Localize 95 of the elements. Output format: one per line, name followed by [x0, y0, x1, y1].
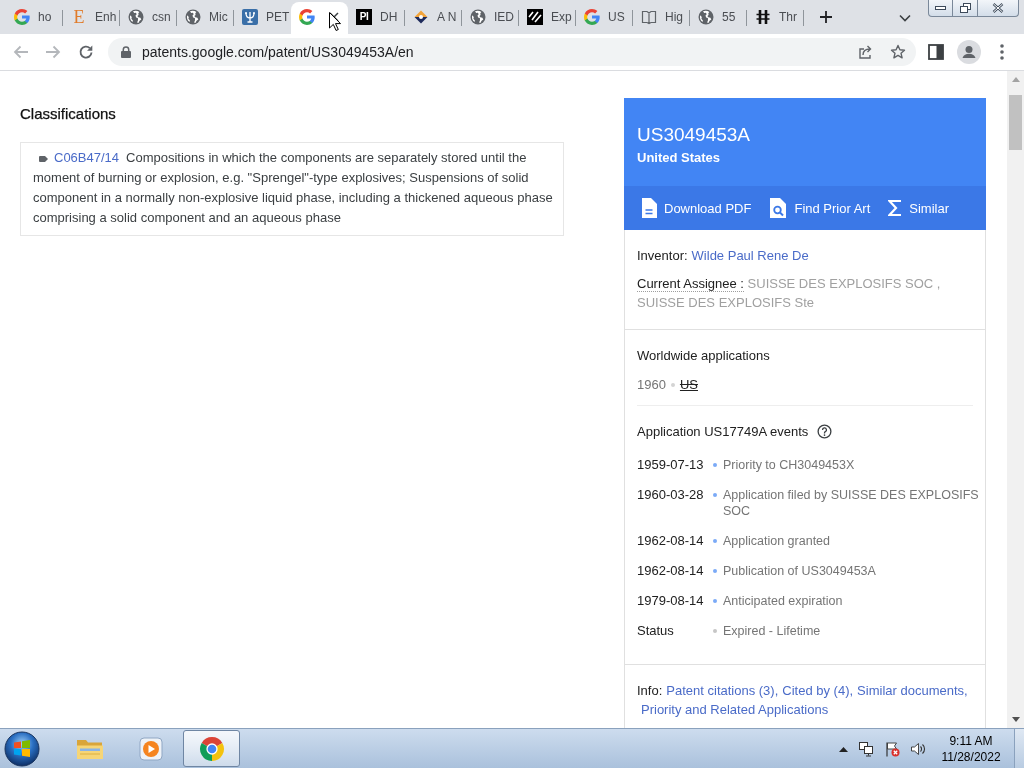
stripes-icon [527, 9, 543, 25]
document-search-icon [769, 198, 788, 218]
worldwide-heading: Worldwide applications [637, 347, 771, 365]
application-year: 1960 [637, 376, 666, 394]
scrollbar-thumb[interactable] [1009, 95, 1022, 150]
help-icon[interactable] [817, 424, 833, 439]
inventor-label: Inventor: [637, 248, 688, 263]
chevron-down-icon[interactable] [899, 14, 911, 22]
minimize-button[interactable] [928, 0, 953, 17]
classification-text: C06B47/14 Compositions in which the components are separately stored until the moment of burning or explosion, e.g. "Sprengel"-type explosives; Suspensions of solid component in a normally non-explosive liquid phase, including a thickened aqueous phase comprising a solid component and an aqueous phase [33, 149, 554, 227]
similar-button[interactable]: Similar [884, 193, 954, 223]
close-icon[interactable] [329, 12, 339, 22]
event-date: Status [637, 623, 675, 639]
flag-icon[interactable] [884, 740, 900, 757]
taskbar-button[interactable] [183, 730, 240, 767]
chevron-up-icon[interactable] [839, 745, 848, 752]
network-icon[interactable] [858, 740, 874, 757]
patent-country: United States [637, 149, 721, 166]
event-description: Application filed by SUISSE DES EXPLOSIFS SOC [723, 487, 980, 519]
browser-tab[interactable]: US [576, 2, 633, 34]
lock-icon[interactable] [121, 46, 131, 58]
scroll-down-arrow-icon[interactable] [1011, 717, 1020, 722]
logo-badge: PI [356, 9, 372, 25]
mouse-cursor-icon [329, 12, 341, 31]
letter-logo: E [72, 9, 86, 25]
patent-number: US3049453A [637, 123, 751, 147]
event-description: Application granted [723, 533, 832, 549]
assignee-text: Current Assignee : SUISSE DES EXPLOSIFS SOC , SUISSE DES EXPLOSIFS Ste [637, 275, 942, 312]
separator-dot-icon [670, 382, 675, 387]
g-logo-icon [14, 9, 30, 25]
restore-icon [959, 3, 971, 13]
reload-icon[interactable] [77, 43, 95, 61]
side-panel-icon[interactable] [928, 44, 944, 60]
globe-icon [470, 9, 486, 25]
globe-icon [185, 9, 201, 25]
close-icon [992, 3, 1004, 13]
close-button[interactable] [978, 0, 1019, 17]
book-icon [641, 9, 657, 25]
info-link[interactable]: Patent citations (3), [666, 681, 779, 700]
browser-tab[interactable]: PET [234, 2, 291, 34]
globe-icon [128, 9, 144, 25]
info-label: Info: [637, 683, 663, 698]
info-link[interactable]: Cited by (4), [782, 681, 854, 700]
browser-tab[interactable]: Exp [519, 2, 576, 34]
event-date: 1962-08-14 [637, 533, 705, 549]
classification-code-link[interactable]: C06B47/14 [54, 150, 120, 165]
info-link[interactable]: Similar documents, [857, 681, 968, 700]
event-date: 1979-08-14 [637, 593, 705, 609]
g-logo-icon [584, 9, 600, 25]
start-orb-icon [4, 730, 40, 767]
speaker-icon[interactable] [910, 740, 926, 757]
browser-tab[interactable]: Hig [633, 2, 690, 34]
application-country-link[interactable]: US [679, 375, 698, 394]
event-description: Anticipated expiration [723, 593, 844, 609]
hash-icon [755, 9, 771, 25]
diamond-icon [413, 9, 429, 25]
media-player-icon [137, 735, 164, 762]
document-icon [641, 198, 657, 218]
minimize-icon [935, 6, 946, 10]
section-heading: Classifications [20, 104, 116, 124]
info-link[interactable]: Priority and Related Applications [641, 700, 829, 719]
browser-tab[interactable]: IED [462, 2, 519, 34]
browser-tab[interactable]: ho [6, 2, 63, 34]
g-logo-icon [299, 9, 315, 25]
browser-logo-icon [198, 735, 225, 762]
browser-tab[interactable]: Mic [177, 2, 234, 34]
browser-tab[interactable]: Thr [747, 2, 804, 34]
event-date: 1959-07-13 [637, 457, 705, 473]
events-heading: Application US17749A events [637, 423, 809, 441]
taskbar-clock[interactable]: 9:11 AM 11/28/2022 [940, 732, 1002, 765]
find-prior-art-button[interactable]: Find Prior Art [765, 193, 875, 223]
tag-icon [39, 155, 48, 162]
browser-tab[interactable] [291, 2, 348, 34]
globe-icon [698, 9, 714, 25]
browser-tab[interactable]: csn [120, 2, 177, 34]
event-description: Priority to CH3049453X [723, 457, 856, 473]
browser-tab[interactable]: A N [405, 2, 462, 34]
address-field[interactable]: patents.google.com/patent/US3049453A/en [108, 38, 916, 66]
event-date: 1960-03-28 [637, 487, 705, 504]
plus-icon[interactable] [820, 11, 832, 23]
event-description: Publication of US3049453A [723, 563, 877, 579]
sigma-icon [888, 200, 903, 216]
event-date: 1962-08-14 [637, 563, 705, 579]
browser-tab[interactable]: 55 [690, 2, 747, 34]
profile-avatar-icon[interactable] [957, 40, 981, 64]
restore-button[interactable] [953, 0, 978, 17]
browser-tab[interactable]: E Enh [63, 2, 120, 34]
download-pdf-button[interactable]: Download PDF [637, 193, 756, 223]
star-icon[interactable] [890, 44, 906, 60]
browser-tab[interactable]: PI DH [348, 2, 405, 34]
inventor-link[interactable]: Wilde Paul Rene De [691, 248, 809, 263]
share-icon[interactable] [858, 44, 874, 60]
menu-dots-icon[interactable] [1000, 44, 1004, 60]
event-description: Expired - Lifetime [723, 623, 822, 639]
emblem-icon [242, 9, 258, 25]
